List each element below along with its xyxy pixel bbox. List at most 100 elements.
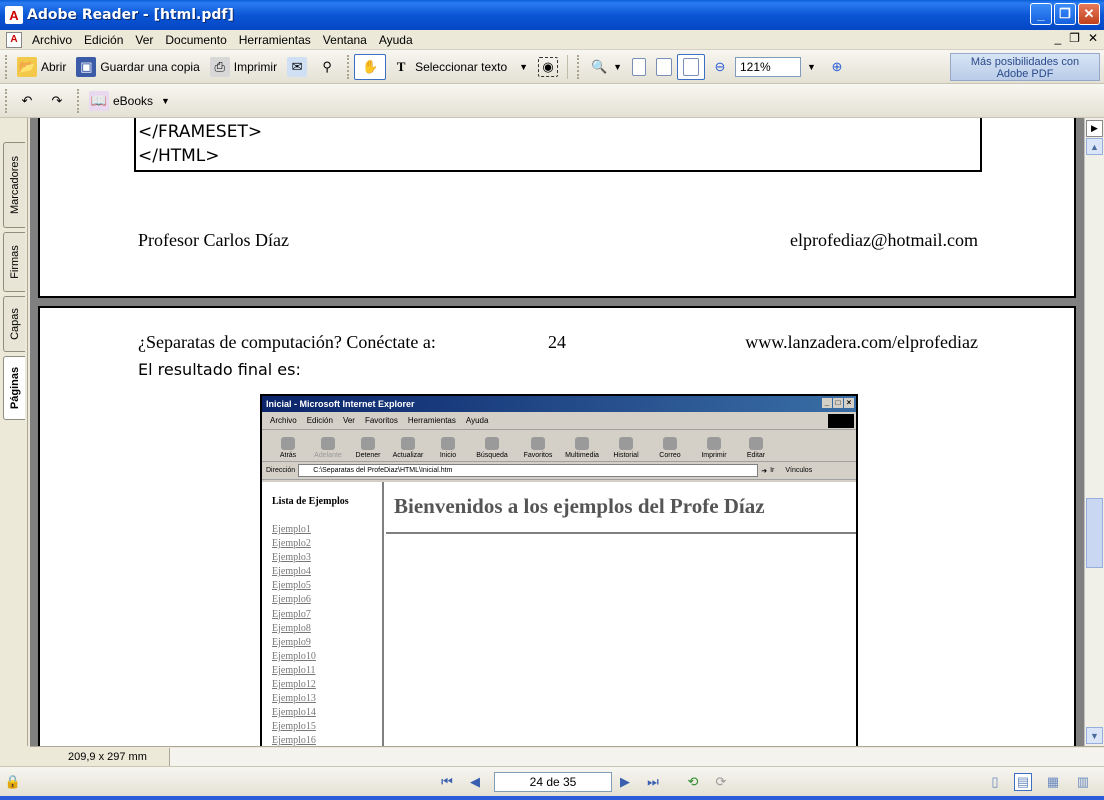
zoom-tool-button[interactable]: 🔍 ▼ <box>584 54 627 80</box>
code-block: </FRAMESET> </HTML> <box>134 118 982 172</box>
scroll-down-button[interactable]: ▼ <box>1086 727 1103 744</box>
go-forward-icon[interactable]: ⟳ <box>712 773 730 791</box>
toolbar-grip[interactable] <box>5 88 9 113</box>
ie-menu-item: Ayuda <box>465 416 489 425</box>
secondary-toolbar: ↶ ↷ 📖 eBooks ▼ <box>0 84 1104 118</box>
next-page-button[interactable]: ▶ <box>616 773 634 791</box>
doc-minimize-button[interactable]: _ <box>1054 31 1061 45</box>
print-button[interactable]: ⎙ Imprimir <box>205 54 282 80</box>
toolbar-grip[interactable] <box>577 54 581 79</box>
adobe-reader-icon: A <box>5 6 23 24</box>
menu-archivo[interactable]: Archivo <box>26 33 78 47</box>
rotate-left-icon: ↶ <box>21 92 33 108</box>
binoculars-icon: ⚲ <box>322 58 332 74</box>
footer-author: Profesor Carlos Díaz <box>138 230 289 250</box>
fit-width-icon <box>682 57 699 76</box>
fit-width-button[interactable] <box>676 53 705 80</box>
toolbar-grip[interactable] <box>5 54 9 79</box>
tab-paginas[interactable]: Páginas <box>3 356 25 420</box>
chevron-down-icon[interactable]: ▼ <box>519 62 528 72</box>
ie-tool-label: Imprimir <box>701 452 727 459</box>
page-icon <box>631 57 646 76</box>
menu-documento[interactable]: Documento <box>159 33 232 47</box>
menu-ventana[interactable]: Ventana <box>317 33 373 47</box>
last-page-button[interactable]: ⏭ <box>644 773 662 791</box>
ie-tool-label: Detener <box>355 452 381 459</box>
floppy-icon: ▣ <box>76 56 97 77</box>
open-button[interactable]: 📂 Abrir <box>12 54 71 80</box>
zoom-out-button[interactable]: ⊖ <box>705 54 735 80</box>
ie-menu-item: Archivo <box>270 416 297 425</box>
ie-example-link: Ejemplo8 <box>272 622 311 634</box>
page-size-bar: 209,9 x 297 mm <box>30 746 1104 766</box>
snapshot-button[interactable]: ◉ <box>533 54 563 80</box>
facing-icon[interactable]: ▥ <box>1074 773 1092 791</box>
page-layout-arrow-icon[interactable]: ▶ <box>1086 120 1103 137</box>
fit-page-button[interactable] <box>651 54 677 80</box>
document-view[interactable]: </FRAMESET> </HTML> Profesor Carlos Díaz… <box>30 118 1084 746</box>
save-copy-button[interactable]: ▣ Guardar una copia <box>71 54 204 80</box>
hand-icon: ✋ <box>361 58 379 74</box>
hand-tool-button[interactable]: ✋ <box>354 53 387 80</box>
code-line: </FRAMESET> <box>138 122 263 142</box>
tab-capas[interactable]: Capas <box>3 296 25 352</box>
pdf-page-23: </FRAMESET> </HTML> Profesor Carlos Díaz… <box>38 118 1076 298</box>
tab-firmas[interactable]: Firmas <box>3 232 25 292</box>
first-page-button[interactable]: ⏮ <box>438 773 456 791</box>
maximize-button[interactable]: ❐ <box>1054 3 1076 25</box>
ie-example-link: Ejemplo5 <box>272 580 311 592</box>
zoom-in-button[interactable]: ⊕ <box>822 54 852 80</box>
navigation-bar: 🔒 ⏮ ◀ 24 de 35 ▶ ⏭ ⟲ ⟳ ▯ ▤ ▦ ▥ <box>0 766 1104 796</box>
search-button[interactable]: ⚲ <box>312 54 342 80</box>
ie-example-link: Ejemplo6 <box>272 594 311 606</box>
menu-edicion[interactable]: Edición <box>78 33 129 47</box>
minimize-button[interactable]: _ <box>1030 3 1052 25</box>
page-size-label: 209,9 x 297 mm <box>30 747 170 766</box>
lock-icon: 🔒 <box>4 774 22 789</box>
tab-marcadores[interactable]: Marcadores <box>3 142 25 228</box>
doc-close-button[interactable]: ✕ <box>1088 31 1098 45</box>
doc-restore-button[interactable]: ❐ <box>1069 31 1080 45</box>
ie-example-link: Ejemplo1 <box>272 524 311 535</box>
actual-size-button[interactable] <box>627 54 651 80</box>
select-text-button[interactable]: T Seleccionar texto ▼ <box>386 54 533 80</box>
ie-banner: Bienvenidos a los ejemplos del Profe Día… <box>386 482 856 534</box>
chevron-down-icon[interactable]: ▼ <box>161 96 170 106</box>
ie-example-link: Ejemplo13 <box>272 693 316 705</box>
result-label: El resultado final es: <box>138 360 301 379</box>
ie-example-link: Ejemplo15 <box>272 721 316 733</box>
previous-page-button[interactable]: ◀ <box>466 773 484 791</box>
chevron-down-icon[interactable]: ▼ <box>613 62 622 72</box>
toolbar-grip[interactable] <box>77 88 81 113</box>
continuous-icon[interactable]: ▤ <box>1014 773 1032 791</box>
ie-example-link: Ejemplo9 <box>272 636 311 648</box>
promo-line1: Más posibilidades con <box>970 56 1080 68</box>
zoom-input[interactable]: 121% <box>734 56 801 77</box>
promo-banner[interactable]: Más posibilidades con Adobe PDF <box>950 53 1100 81</box>
email-icon: ✉ <box>287 56 308 77</box>
email-button[interactable]: ✉ <box>282 54 312 80</box>
rotate-left-button[interactable]: ↶ <box>12 88 42 114</box>
ie-address-field: C:\Separatas del ProfeDiaz\HTML\Inicial.… <box>298 464 759 477</box>
toolbar-grip[interactable] <box>347 54 351 79</box>
single-page-icon[interactable]: ▯ <box>986 773 1004 791</box>
rotate-right-icon: ↷ <box>51 92 63 108</box>
go-back-icon[interactable]: ⟲ <box>684 773 702 791</box>
menu-ver[interactable]: Ver <box>129 33 159 47</box>
zoom-dropdown-icon[interactable]: ▼ <box>807 62 816 72</box>
vertical-scrollbar[interactable]: ▶ ▲ ▼ <box>1084 118 1104 746</box>
menu-herramientas[interactable]: Herramientas <box>233 33 317 47</box>
menu-ayuda[interactable]: Ayuda <box>373 33 419 47</box>
close-button[interactable]: ✕ <box>1078 3 1100 25</box>
ie-example-link: Ejemplo3 <box>272 552 311 564</box>
rotate-right-button[interactable]: ↷ <box>42 88 72 114</box>
horizontal-scrollbar[interactable] <box>170 747 1104 766</box>
page-number-field[interactable]: 24 de 35 <box>494 772 612 792</box>
ie-tool-label: Correo <box>659 452 681 459</box>
continuous-facing-icon[interactable]: ▦ <box>1044 773 1062 791</box>
ebooks-button[interactable]: 📖 eBooks ▼ <box>84 88 175 114</box>
scroll-up-button[interactable]: ▲ <box>1086 138 1103 155</box>
fit-page-icon <box>655 57 672 76</box>
select-text-label: Seleccionar texto <box>415 59 508 74</box>
scroll-thumb[interactable] <box>1086 498 1103 568</box>
